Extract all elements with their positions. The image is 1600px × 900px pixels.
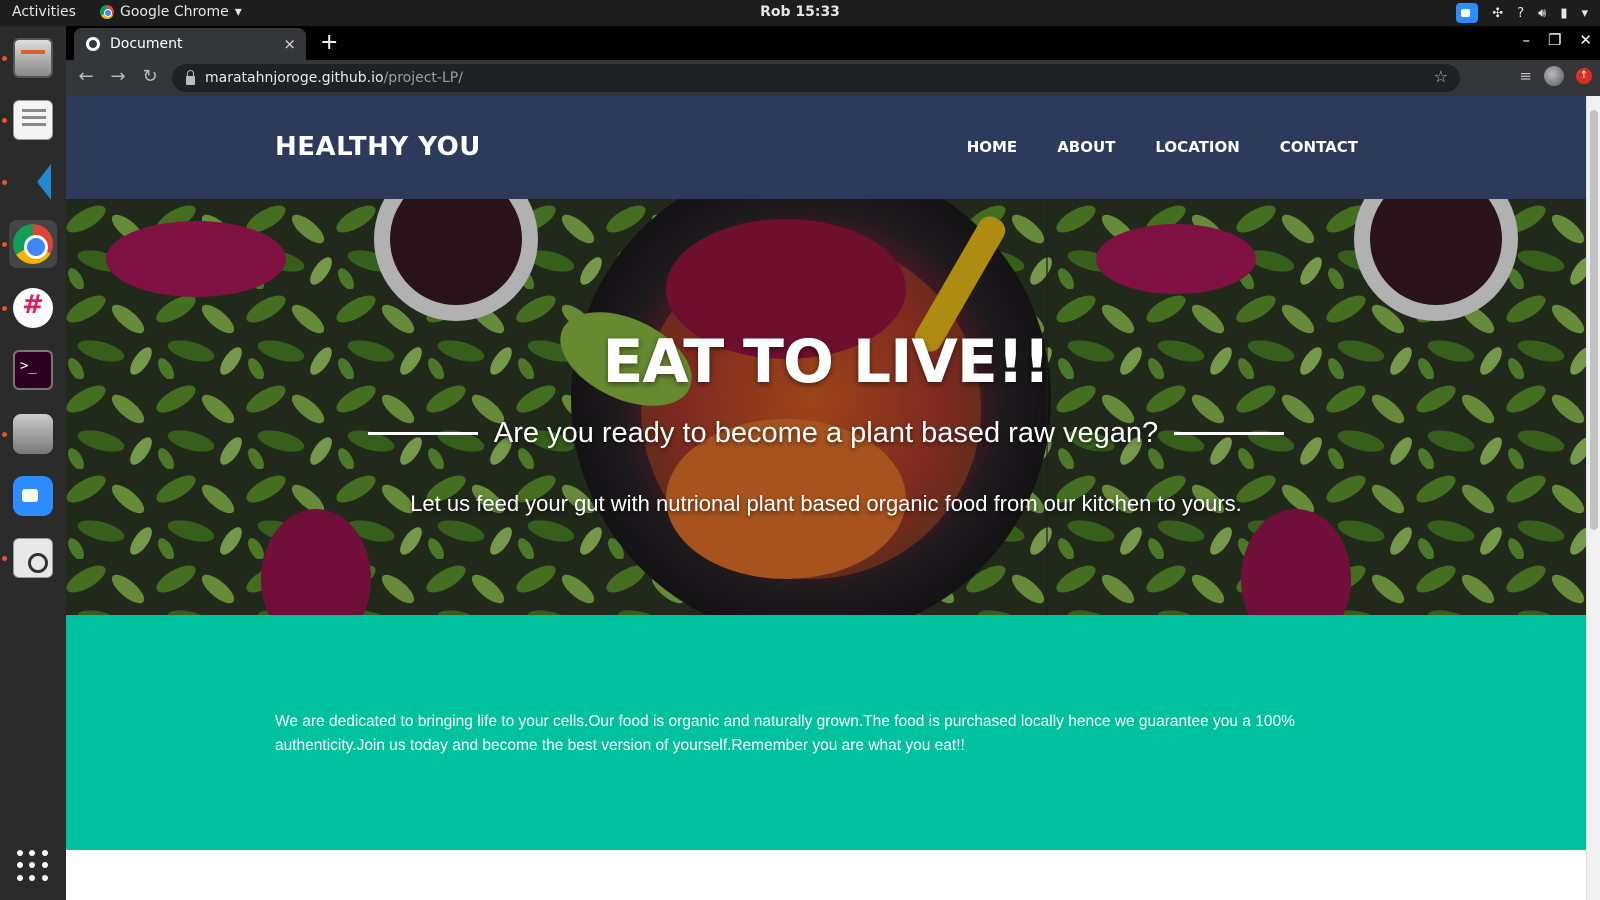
dock-text-editor[interactable] [9,96,57,144]
lock-icon[interactable] [186,69,195,85]
hero-section: EAT TO LIVE!! Are you ready to become a … [66,199,1586,615]
scanner-icon [13,414,53,454]
nav-home[interactable]: HOME [967,138,1017,156]
running-indicator [2,242,7,247]
next-section [66,850,1586,900]
dropdown-arrow-icon: ▾ [234,4,242,20]
nav-about[interactable]: ABOUT [1057,138,1115,156]
profile-avatar[interactable] [1544,66,1564,86]
minimize-icon[interactable]: – [1522,31,1530,49]
text-editor-icon [13,100,53,140]
forward-icon[interactable]: → [106,66,130,87]
activities-button[interactable]: Activities [12,4,76,20]
nav-location[interactable]: LOCATION [1155,138,1239,156]
dock-scanner[interactable] [9,410,57,458]
about-text: We are dedicated to bringing life to you… [275,713,1295,754]
bookmark-star-icon[interactable]: ☆ [1434,67,1448,86]
show-applications-icon[interactable] [17,850,49,882]
page-viewport: HEALTHY YOU HOME ABOUT LOCATION CONTACT [66,96,1600,900]
running-indicator [2,56,7,61]
chrome-app-icon [100,5,114,19]
hero-description: Let us feed your gut with nutrional plan… [410,491,1242,516]
running-indicator [2,180,7,185]
dock-zoom[interactable] [9,472,57,520]
hero-subtitle-row: Are you ready to become a plant based ra… [66,417,1586,450]
web-page: HEALTHY YOU HOME ABOUT LOCATION CONTACT [66,96,1586,900]
decorative-line [367,432,478,435]
running-indicator [2,118,7,123]
tab-strip: Document × + – ❐ ✕ [66,26,1600,60]
media-control-icon[interactable]: ≡ [1519,67,1532,85]
battery-icon[interactable]: ▮ [1560,6,1567,21]
url-host: maratahnjoroge.github.io [205,70,384,86]
tab-close-icon[interactable]: × [283,35,296,53]
running-indicator [2,306,7,311]
new-tab-button[interactable]: + [320,30,338,55]
dock-vscode[interactable] [9,158,57,206]
url-text[interactable]: maratahnjoroge.github.io/project-LP/ [205,70,463,86]
dock-image-viewer[interactable] [9,534,57,582]
back-icon[interactable]: ← [74,66,98,87]
page-scrollbar[interactable] [1586,96,1600,900]
image-viewer-icon [13,538,53,578]
tab-document[interactable]: Document × [74,28,306,60]
globe-icon [86,37,100,51]
system-top-bar: Activities Google Chrome ▾ Rob 15:33 ✣ ?… [0,0,1600,26]
scrollbar-thumb[interactable] [1590,110,1598,530]
hero-subtitle: Are you ready to become a plant based ra… [493,417,1159,449]
system-menu-arrow-icon[interactable]: ▾ [1581,6,1588,21]
dock-slack[interactable] [9,284,57,332]
terminal-icon [13,350,53,390]
update-icon[interactable]: ↑ [1576,68,1592,84]
window-controls: – ❐ ✕ [1522,31,1592,49]
running-indicator [2,432,7,437]
hero-title: EAT TO LIVE!! [602,327,1050,397]
system-tray[interactable]: ✣ ? 🔊︎ ▮ ▾ [1456,3,1588,23]
about-section: We are dedicated to bringing life to you… [66,615,1586,850]
dock-files[interactable] [9,34,57,82]
volume-icon[interactable]: 🔊︎ [1538,6,1546,21]
site-logo[interactable]: HEALTHY YOU [275,132,481,162]
slack-tray-icon[interactable]: ✣ [1492,6,1503,21]
browser-toolbar: ← → ↻ maratahnjoroge.github.io/project-L… [66,60,1600,96]
chrome-window: Document × + – ❐ ✕ ← → ↻ maratahnjoroge.… [66,26,1600,900]
toolbar-actions: ≡ ↑ [1519,66,1592,86]
zoom-tray-icon[interactable] [1456,3,1479,23]
slack-icon [13,288,53,328]
vscode-icon [13,162,53,202]
close-window-icon[interactable]: ✕ [1579,31,1592,49]
address-bar[interactable]: maratahnjoroge.github.io/project-LP/ ☆ [172,64,1460,92]
tab-title: Document [110,36,183,52]
running-indicator [2,556,7,561]
files-icon [13,38,53,78]
decorative-line [1174,432,1285,435]
url-path: /project-LP/ [383,70,463,86]
dock-terminal[interactable] [9,346,57,394]
ubuntu-dock [0,26,66,900]
app-menu-label: Google Chrome [120,4,229,20]
reload-icon[interactable]: ↻ [138,66,162,87]
help-tray-icon[interactable]: ? [1517,6,1524,21]
site-header: HEALTHY YOU HOME ABOUT LOCATION CONTACT [66,96,1586,199]
nav-contact[interactable]: CONTACT [1280,138,1358,156]
zoom-icon [13,476,53,516]
hero-text: EAT TO LIVE!! Are you ready to become a … [66,199,1586,615]
restore-icon[interactable]: ❐ [1548,31,1561,49]
dock-chrome[interactable] [9,220,57,268]
chrome-icon [13,224,53,264]
main-nav: HOME ABOUT LOCATION CONTACT [967,138,1358,156]
app-menu[interactable]: Google Chrome ▾ [100,4,242,20]
